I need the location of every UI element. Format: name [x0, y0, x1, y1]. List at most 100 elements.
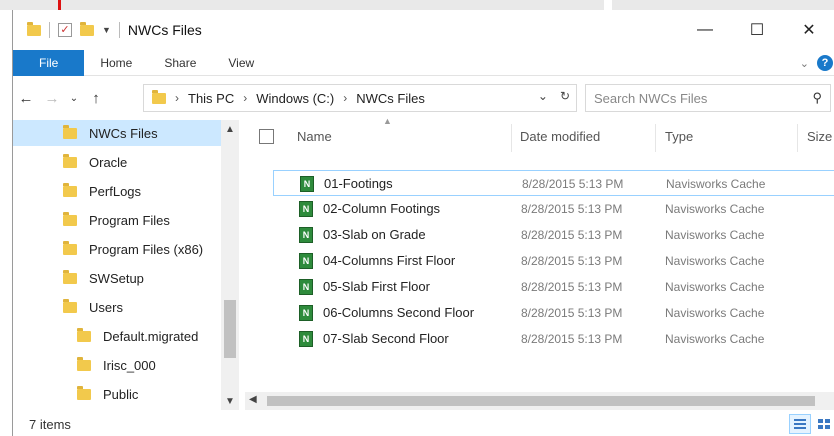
expand-ribbon-chevron-icon[interactable]: ⌄ [800, 57, 809, 70]
ribbon-right-controls: ⌄ ? [800, 50, 834, 76]
file-name: 06-Columns Second Floor [323, 305, 475, 320]
details-view-icon [794, 419, 806, 429]
file-row[interactable]: N 02-Column Footings 8/28/2015 5:13 PM N… [273, 196, 834, 222]
recent-locations-button[interactable]: ⌄ [65, 93, 83, 104]
scroll-up-arrow-icon[interactable]: ▲ [221, 124, 239, 135]
properties-icon[interactable]: ✓ [58, 23, 72, 37]
background-red-line [58, 0, 61, 10]
minimize-button[interactable]: — [679, 10, 731, 50]
file-date-modified: 8/28/2015 5:13 PM [522, 177, 624, 191]
sidebar-item-perflogs[interactable]: PerfLogs [13, 178, 221, 204]
quick-access-toolbar: ✓ ▼ [27, 21, 120, 38]
tab-view[interactable]: View [212, 50, 270, 76]
scrollbar-thumb[interactable] [224, 300, 236, 358]
sidebar-item-label: Program Files [89, 212, 170, 228]
scroll-down-arrow-icon[interactable]: ▼ [221, 396, 239, 407]
tab-file[interactable]: File [13, 49, 85, 76]
scroll-left-arrow-icon[interactable]: ◀ [249, 394, 257, 405]
address-dropdown-icon[interactable]: ⌄ [538, 89, 548, 103]
sidebar-item-nwcs-files[interactable]: NWCs Files [13, 120, 221, 146]
background-gap [604, 0, 612, 10]
folder-icon [63, 153, 77, 168]
new-folder-icon[interactable] [80, 21, 94, 36]
file-row[interactable]: N 07-Slab Second Floor 8/28/2015 5:13 PM… [273, 326, 834, 352]
tab-share[interactable]: Share [148, 50, 212, 76]
file-row[interactable]: N 01-Footings 8/28/2015 5:13 PM Naviswor… [273, 170, 834, 196]
sidebar-item-label: PerfLogs [89, 183, 142, 199]
column-header-date-modified[interactable]: Date modified [520, 120, 600, 152]
sidebar-item-label: Irisc_000 [103, 357, 156, 373]
file-row[interactable]: N 05-Slab First Floor 8/28/2015 5:13 PM … [273, 274, 834, 300]
maximize-button[interactable]: ☐ [731, 10, 783, 50]
sidebar-item-program-files-x86[interactable]: Program Files (x86) [13, 236, 221, 262]
sidebar-item-public[interactable]: Public [13, 381, 221, 407]
column-divider[interactable] [511, 124, 512, 152]
file-date-modified: 8/28/2015 5:13 PM [521, 306, 623, 320]
details-view-button[interactable] [789, 414, 811, 434]
large-icons-view-icon [818, 419, 830, 429]
view-toggle-group [789, 414, 834, 434]
navisworks-cache-icon: N [299, 253, 313, 269]
sidebar-item-irisc-000[interactable]: Irisc_000 [13, 352, 221, 378]
sidebar-item-label: Default.migrated [103, 328, 199, 344]
sidebar-item-oracle[interactable]: Oracle [13, 149, 221, 175]
file-date-modified: 8/28/2015 5:13 PM [521, 202, 623, 216]
file-type: Navisworks Cache [665, 202, 765, 216]
file-type: Navisworks Cache [665, 332, 765, 346]
file-name: 03-Slab on Grade [323, 227, 426, 242]
breadcrumb-separator-icon[interactable]: › [343, 91, 347, 105]
sidebar-item-program-files[interactable]: Program Files [13, 207, 221, 233]
folder-icon [63, 124, 77, 139]
ribbon-tabs: File Home Share View ⌄ ? [13, 49, 834, 76]
folder-icon [63, 298, 77, 313]
column-divider[interactable] [655, 124, 656, 152]
navisworks-cache-icon: N [299, 201, 313, 217]
file-row[interactable]: N 03-Slab on Grade 8/28/2015 5:13 PM Nav… [273, 222, 834, 248]
breadcrumb-this-pc[interactable]: This PC [188, 91, 234, 106]
search-icon[interactable]: ⚲ [812, 90, 822, 106]
navigation-pane-scrollbar[interactable]: ▲ ▼ [221, 120, 239, 410]
file-row[interactable]: N 04-Columns First Floor 8/28/2015 5:13 … [273, 248, 834, 274]
column-header-type[interactable]: Type [665, 120, 693, 152]
breadcrumb-windows-c[interactable]: Windows (C:) [256, 91, 334, 106]
scrollbar-thumb[interactable] [267, 396, 815, 406]
folder-icon [77, 385, 91, 400]
select-all-checkbox[interactable] [259, 129, 274, 144]
help-icon[interactable]: ? [817, 55, 833, 71]
customize-toolbar-dropdown-icon[interactable]: ▼ [102, 25, 111, 35]
sidebar-item-label: Oracle [89, 154, 128, 170]
navisworks-cache-icon: N [299, 227, 313, 243]
file-date-modified: 8/28/2015 5:13 PM [521, 254, 623, 268]
tab-home[interactable]: Home [84, 50, 148, 76]
sidebar-item-swsetup[interactable]: SWSetup [13, 265, 221, 291]
file-name: 04-Columns First Floor [323, 253, 456, 268]
sidebar-item-default-migrated[interactable]: Default.migrated [13, 323, 221, 349]
folder-icon [63, 269, 77, 284]
sidebar-item-label: NWCs Files [89, 125, 158, 141]
breadcrumb-nwcs-files[interactable]: NWCs Files [356, 91, 425, 106]
large-icons-view-button[interactable] [813, 414, 834, 434]
file-row[interactable]: N 06-Columns Second Floor 8/28/2015 5:13… [273, 300, 834, 326]
file-type: Navisworks Cache [665, 228, 765, 242]
breadcrumb-separator-icon[interactable]: › [175, 91, 179, 105]
back-button[interactable]: ← [13, 90, 39, 107]
file-name: 05-Slab First Floor [323, 279, 430, 294]
address-controls: ⌄ ↻ [538, 89, 570, 103]
folder-icon [77, 327, 91, 342]
folder-icon [77, 356, 91, 371]
navigation-pane: NWCs Files Oracle PerfLogs Program Files… [13, 120, 239, 410]
column-divider[interactable] [797, 124, 798, 152]
refresh-icon[interactable]: ↻ [560, 89, 570, 103]
search-input[interactable]: Search NWCs Files ⚲ [585, 84, 831, 112]
breadcrumb-separator-icon[interactable]: › [243, 91, 247, 105]
column-header-size[interactable]: Size [807, 120, 832, 152]
address-bar[interactable]: › This PC › Windows (C:) › NWCs Files ⌄ … [143, 84, 577, 112]
sidebar-item-users[interactable]: Users [13, 294, 221, 320]
up-button[interactable]: ↑ [83, 90, 109, 107]
column-header-name[interactable]: Name [297, 120, 332, 152]
close-button[interactable]: ✕ [783, 10, 834, 50]
title-bar: ✓ ▼ NWCs Files — ☐ ✕ [13, 10, 834, 50]
file-list-horizontal-scrollbar[interactable]: ◀ [245, 392, 834, 410]
item-count: 7 items [29, 416, 71, 432]
forward-button[interactable]: → [39, 90, 65, 107]
